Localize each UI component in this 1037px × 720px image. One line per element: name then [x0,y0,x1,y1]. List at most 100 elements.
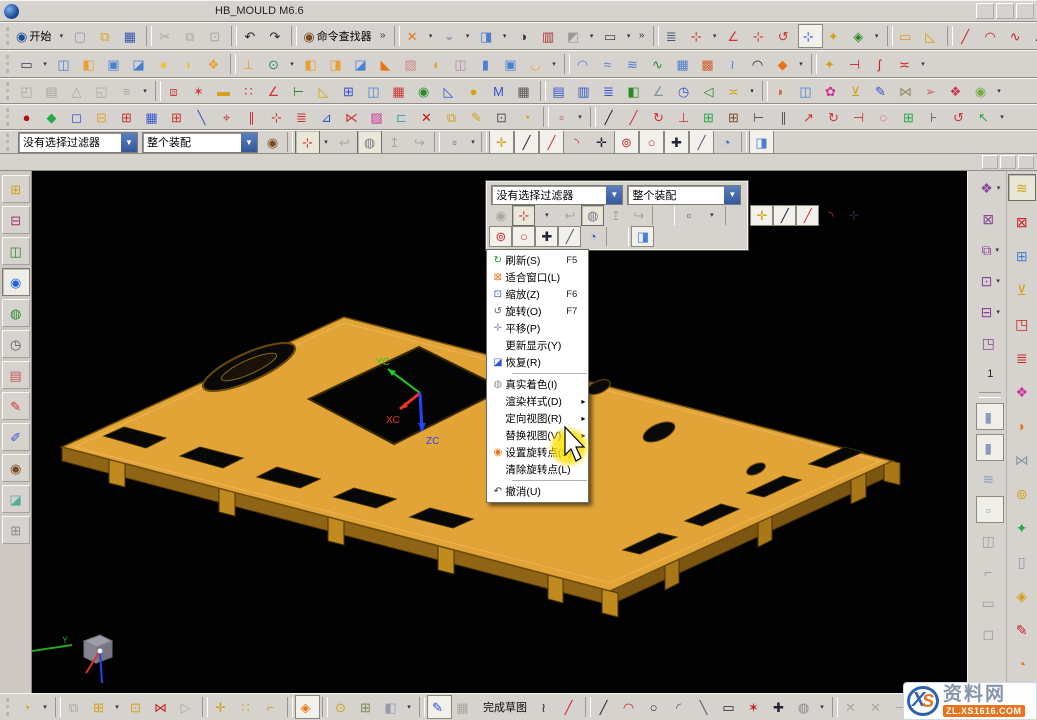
point-list-icon[interactable]: ∷ [238,79,263,103]
green-diamond-icon[interactable]: ◆ [41,105,66,129]
boss-icon[interactable]: ⊥ [238,52,263,76]
assembly-ball-icon[interactable]: ◔ [16,695,41,719]
rgb-analysis-icon[interactable]: ◉ [413,79,438,103]
redo-button[interactable]: ↷ [264,24,289,48]
ball-corner-icon[interactable]: ◔ [516,105,541,129]
menu-preferences[interactable] [149,9,163,13]
mold-frame-icon[interactable]: ◳ [1008,310,1036,337]
selection-scope-combo[interactable]: 整个装配 ▼ [142,132,258,153]
highlight-sphere-icon[interactable]: ◍ [581,205,604,226]
close-button[interactable] [1016,3,1034,19]
close-view-icon[interactable]: ✕ [402,24,427,48]
marquee-select-icon[interactable]: ▫ [677,205,700,226]
broom-icon[interactable]: ✎ [466,105,491,129]
floating-selection-toolbar[interactable]: 没有选择过滤器 ▼ 整个装配 ▼ ◉⊹▾↩◍↥↪▫▾✛╱╱◝✛ ⊚○✚╱◔◨ [486,181,748,250]
mold-copy-icon[interactable]: ⧉▾ [976,236,1004,263]
erase-display-icon[interactable]: ◒ [439,24,464,48]
measure-angle-icon[interactable]: ◺ [920,24,945,48]
mold-tool9-icon[interactable]: ◉ [970,79,995,103]
mold-ball-icon[interactable]: ◔ [1008,650,1036,677]
mold-tool4-icon[interactable]: ⊻ [845,79,870,103]
xform-curve-icon[interactable]: ≍ [894,52,919,76]
cylinder-icon[interactable]: ▮ [475,52,500,76]
open-file-button[interactable]: ⧉ [94,24,119,48]
templates-tab[interactable]: ⊞ [2,516,30,544]
angle-icon[interactable]: ∠ [648,79,673,103]
menu-restore[interactable]: ◪ 恢复(R) [488,354,587,371]
mold-pillar-icon[interactable]: ▯ [1008,548,1036,575]
lines-icon[interactable]: ≣ [598,79,623,103]
menu-assemblies[interactable] [107,9,121,13]
menu-gc-toolbox[interactable] [177,9,191,13]
hourglass-icon[interactable]: ≍ [723,79,748,103]
menu-replace-view[interactable]: 替换视图(V) ▸ [488,427,587,444]
start-button[interactable]: ◉开始 [12,24,57,48]
mold-tool7-icon[interactable]: ➢ [920,79,945,103]
sketch-line-icon[interactable]: ╱ [593,695,618,719]
folder-group-icon[interactable]: ⧉ [441,105,466,129]
move-component-icon[interactable]: ⊡ [125,695,150,719]
transform2-icon[interactable]: ╱ [623,105,648,129]
parallel-lines-icon[interactable]: ∥ [241,105,266,129]
mold-ysplit-icon[interactable]: ⊻ [1008,276,1036,303]
swept-icon[interactable]: ❖ [203,52,228,76]
find-component-icon[interactable]: ◉ [260,130,285,154]
menu-window[interactable] [163,9,177,13]
play-icon[interactable]: ◁ [698,79,723,103]
float-filter-combo[interactable]: 没有选择过滤器 ▼ [491,185,623,205]
history-page-tab[interactable]: ◍ [2,299,30,327]
corner-l-icon[interactable]: ⊢ [748,105,773,129]
section-view-icon[interactable]: ▥ [538,24,563,48]
measure-green-icon[interactable]: ⊢ [288,79,313,103]
snap-point-icon[interactable]: ⊹ [295,130,320,154]
mold-stack-icon[interactable]: ≣ [1008,344,1036,371]
clock-icon[interactable]: ◷ [673,79,698,103]
move-lock-icon[interactable]: ⊥ [673,105,698,129]
boolean-icon[interactable]: ⊙ [263,52,288,76]
snap-quadrant-icon[interactable]: ◔ [581,226,604,247]
table-icon[interactable]: ▤ [548,79,573,103]
transform1-icon[interactable]: ╱ [598,105,623,129]
menu-undo[interactable]: ↶ 撤消(U) [488,483,587,500]
mirror-assembly-icon[interactable]: ⋈ [150,695,175,719]
rotate-icon[interactable]: ↻ [648,105,673,129]
snap-circle-icon[interactable]: ○ [512,226,535,247]
pattern-icon[interactable]: ⊞ [355,695,380,719]
snap-center-icon[interactable]: ⊚ [489,226,512,247]
snap-center-icon[interactable]: ⊚ [614,130,639,154]
undo-button[interactable]: ↶ [239,24,264,48]
pattern-green-icon[interactable]: ⊞ [698,105,723,129]
snap-line-icon[interactable]: ╱ [558,226,581,247]
unite-icon[interactable]: ◫ [450,52,475,76]
add-component-icon[interactable]: ⊞ [88,695,113,719]
dashed-box-icon[interactable]: ▫ [551,105,576,129]
measure-body-icon[interactable]: ⧈ [163,79,188,103]
mold-gem-icon[interactable]: ◈ [1008,582,1036,609]
float-scope-combo[interactable]: 整个装配 ▼ [627,185,741,205]
mold-tool3-icon[interactable]: ✿ [820,79,845,103]
shaded-view-icon[interactable]: ◑ [513,24,538,48]
dashed-circle-icon[interactable]: ◌ [873,105,898,129]
mold-patch-icon[interactable]: ⊠ [976,205,1004,232]
sketch-chamfer-icon[interactable]: ╲ [693,695,718,719]
z-box-icon[interactable]: ⊿ [316,105,341,129]
blue-line-icon[interactable]: ╲ [191,105,216,129]
corner-t-icon[interactable]: ⊦ [923,105,948,129]
background-icon[interactable]: ▭ [600,24,625,48]
calculator-icon[interactable]: ▦ [513,79,538,103]
menu-clear-rotate-point[interactable]: 清除旋转点(L) [488,461,587,478]
mold-tool2-icon[interactable]: ◫ [795,79,820,103]
mold-stamp-icon[interactable]: ❖ [1008,378,1036,405]
measure-ruler-icon[interactable]: ▬ [213,79,238,103]
datum-csys-icon[interactable]: ⊹ [686,24,711,48]
role-key-icon[interactable]: ✦ [823,24,848,48]
block2-icon[interactable]: ◨ [325,52,350,76]
part-navigator-tab[interactable]: ◫ [2,237,30,265]
menu-information[interactable] [121,9,135,13]
pipe-icon[interactable]: ◖ [425,52,450,76]
wireframe-icon[interactable]: ◩ [563,24,588,48]
selection-filter-combo[interactable]: 没有选择过滤器 ▼ [18,132,138,153]
mold-measure-icon[interactable]: ⊟▾ [976,298,1004,325]
mesh-icon[interactable]: ▩ [697,52,722,76]
menu-format[interactable] [79,9,93,13]
